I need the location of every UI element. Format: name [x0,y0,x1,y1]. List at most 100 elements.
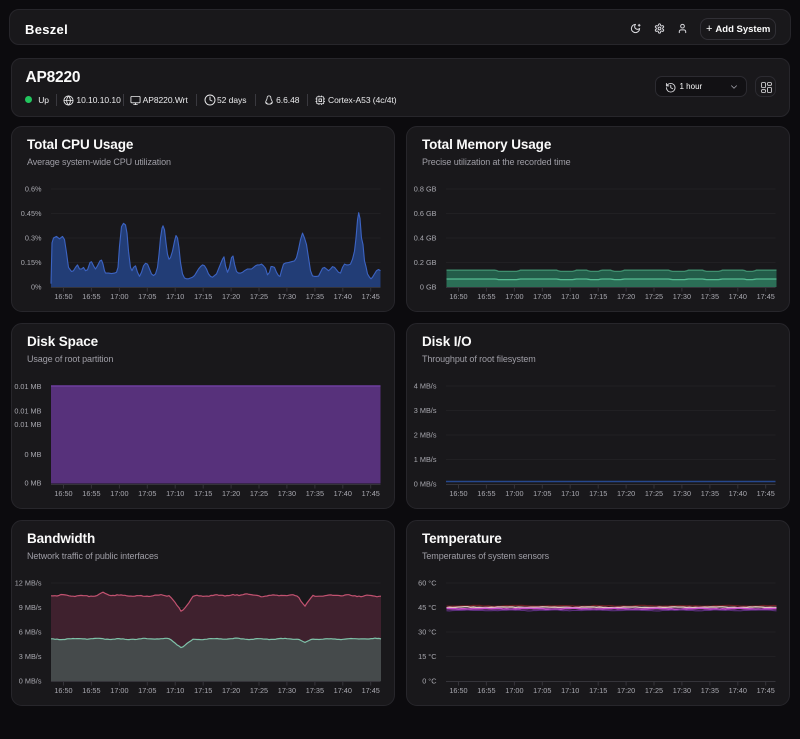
svg-text:0.4 GB: 0.4 GB [413,233,436,242]
svg-text:30 °C: 30 °C [418,627,436,636]
svg-text:0.45%: 0.45% [20,209,41,218]
svg-text:4 MB/s: 4 MB/s [413,381,436,390]
svg-text:17:00: 17:00 [505,292,523,301]
svg-text:17:05: 17:05 [138,686,156,695]
svg-text:17:15: 17:15 [194,686,212,695]
svg-text:17:40: 17:40 [333,489,351,498]
svg-text:0%: 0% [30,282,41,291]
svg-text:17:30: 17:30 [672,686,690,695]
svg-text:17:35: 17:35 [305,686,323,695]
svg-text:16:50: 16:50 [449,686,467,695]
svg-text:12 MB/s: 12 MB/s [14,578,41,587]
svg-text:17:45: 17:45 [361,489,379,498]
svg-text:0.2 GB: 0.2 GB [413,258,436,267]
svg-text:0.01 MB: 0.01 MB [14,420,41,429]
svg-text:17:15: 17:15 [589,292,607,301]
svg-text:17:15: 17:15 [589,489,607,498]
svg-text:0 MB/s: 0 MB/s [413,479,436,488]
svg-text:16:50: 16:50 [54,489,72,498]
svg-text:17:05: 17:05 [533,686,551,695]
svg-text:17:00: 17:00 [110,489,128,498]
svg-text:17:35: 17:35 [700,489,718,498]
svg-text:17:45: 17:45 [361,686,379,695]
svg-text:17:15: 17:15 [589,686,607,695]
svg-text:0.3%: 0.3% [24,233,41,242]
svg-text:17:45: 17:45 [361,292,379,301]
svg-text:17:45: 17:45 [756,686,774,695]
svg-text:17:20: 17:20 [221,292,239,301]
svg-text:0.8 GB: 0.8 GB [413,184,436,193]
svg-text:0 °C: 0 °C [422,676,436,685]
svg-text:9 MB/s: 9 MB/s [18,603,41,612]
svg-text:0.15%: 0.15% [20,258,41,267]
svg-text:17:20: 17:20 [616,292,634,301]
svg-text:17:40: 17:40 [728,686,746,695]
svg-text:16:50: 16:50 [449,292,467,301]
svg-text:17:35: 17:35 [305,292,323,301]
svg-text:17:35: 17:35 [700,292,718,301]
svg-text:17:25: 17:25 [249,686,267,695]
svg-text:16:55: 16:55 [82,489,100,498]
svg-text:16:55: 16:55 [82,686,100,695]
svg-text:17:40: 17:40 [333,292,351,301]
svg-text:16:50: 16:50 [54,686,72,695]
svg-text:0.6%: 0.6% [24,184,41,193]
svg-text:17:20: 17:20 [616,489,634,498]
svg-text:17:40: 17:40 [333,686,351,695]
svg-text:3 MB/s: 3 MB/s [18,652,41,661]
svg-text:17:35: 17:35 [305,489,323,498]
svg-text:17:05: 17:05 [138,292,156,301]
svg-text:17:10: 17:10 [166,292,184,301]
svg-text:17:20: 17:20 [221,489,239,498]
svg-text:45 °C: 45 °C [418,603,436,612]
svg-text:17:00: 17:00 [505,489,523,498]
svg-text:0.6 GB: 0.6 GB [413,209,436,218]
svg-text:17:40: 17:40 [728,292,746,301]
svg-text:17:25: 17:25 [644,686,662,695]
svg-text:17:10: 17:10 [166,686,184,695]
svg-text:0.01 MB: 0.01 MB [14,406,41,415]
svg-text:0 MB: 0 MB [24,478,41,487]
svg-text:17:35: 17:35 [700,686,718,695]
svg-text:17:00: 17:00 [110,686,128,695]
svg-text:17:30: 17:30 [672,489,690,498]
svg-text:17:10: 17:10 [166,489,184,498]
svg-text:17:45: 17:45 [756,489,774,498]
svg-text:60 °C: 60 °C [418,578,436,587]
svg-text:2 MB/s: 2 MB/s [413,430,436,439]
svg-text:16:55: 16:55 [82,292,100,301]
svg-text:0 GB: 0 GB [419,282,436,291]
svg-text:16:55: 16:55 [477,489,495,498]
svg-text:17:25: 17:25 [249,292,267,301]
svg-text:17:20: 17:20 [616,686,634,695]
svg-text:17:05: 17:05 [533,489,551,498]
svg-text:17:00: 17:00 [505,686,523,695]
svg-text:17:05: 17:05 [533,292,551,301]
svg-text:16:50: 16:50 [449,489,467,498]
svg-text:17:40: 17:40 [728,489,746,498]
svg-text:17:05: 17:05 [138,489,156,498]
svg-text:17:15: 17:15 [194,489,212,498]
svg-text:0 MB/s: 0 MB/s [18,676,41,685]
svg-text:6 MB/s: 6 MB/s [18,627,41,636]
svg-text:3 MB/s: 3 MB/s [413,406,436,415]
svg-text:0.01 MB: 0.01 MB [14,382,41,391]
svg-text:17:25: 17:25 [644,489,662,498]
svg-text:17:25: 17:25 [644,292,662,301]
svg-text:17:30: 17:30 [277,686,295,695]
svg-text:17:20: 17:20 [221,686,239,695]
svg-text:1 MB/s: 1 MB/s [413,455,436,464]
svg-text:15 °C: 15 °C [418,652,436,661]
svg-text:16:55: 16:55 [477,292,495,301]
svg-text:17:10: 17:10 [561,489,579,498]
svg-text:17:00: 17:00 [110,292,128,301]
svg-text:17:25: 17:25 [249,489,267,498]
svg-text:17:30: 17:30 [277,489,295,498]
svg-text:17:30: 17:30 [277,292,295,301]
svg-text:16:55: 16:55 [477,686,495,695]
svg-text:0 MB: 0 MB [24,449,41,458]
svg-text:16:50: 16:50 [54,292,72,301]
svg-text:17:30: 17:30 [672,292,690,301]
svg-text:17:45: 17:45 [756,292,774,301]
svg-text:17:10: 17:10 [561,292,579,301]
